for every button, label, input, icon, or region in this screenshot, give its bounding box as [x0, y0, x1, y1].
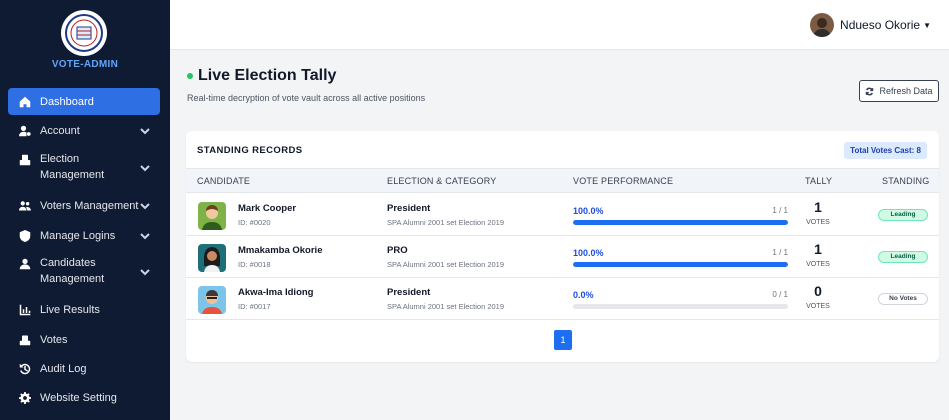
column-header-tally: TALLY [805, 176, 833, 186]
sidebar-item-label: Manage Logins [40, 229, 116, 242]
user-gear-icon [18, 124, 32, 138]
election-position: President [387, 203, 431, 214]
sidebar-item-label: Dashboard [40, 95, 94, 108]
seal-icon [65, 14, 103, 52]
vote-progress-bar [573, 220, 788, 225]
sidebar-item-live-results[interactable]: Live Results [8, 297, 160, 322]
vote-fraction: 0 / 1 [772, 290, 788, 299]
vote-percent: 0.0% [573, 290, 594, 300]
tally-label: VOTES [806, 261, 830, 268]
status-badge: No Votes [878, 293, 928, 305]
sidebar-item-dashboard[interactable]: Dashboard [8, 88, 160, 115]
organization-logo[interactable] [61, 10, 107, 56]
candidate-avatar [198, 202, 226, 230]
chevron-down-icon [140, 163, 150, 173]
card-title: STANDING RECORDS [197, 145, 303, 156]
refresh-icon [866, 87, 874, 95]
page-header: Live Election Tally Real-time decryption… [187, 67, 425, 103]
table-row: Mmakamba Okorie ID: #0018 PRO SPA Alumni… [186, 236, 939, 278]
gear-icon [18, 391, 32, 405]
table-row: Akwa-Ima Idiong ID: #0017 President SPA … [186, 278, 939, 320]
tally-label: VOTES [806, 219, 830, 226]
sidebar-item-account[interactable]: Account [8, 118, 160, 143]
user-icon [18, 257, 32, 271]
column-header-performance: VOTE PERFORMANCE [573, 176, 674, 186]
sidebar-item-label: Election Management [40, 153, 105, 181]
chevron-down-icon [140, 267, 150, 277]
vote-fraction: 1 / 1 [772, 206, 788, 215]
election-position: PRO [387, 245, 408, 256]
vote-fraction: 1 / 1 [772, 248, 788, 257]
election-name: SPA Alumni 2001 set Election 2019 [387, 260, 505, 269]
table-row: Mark Cooper ID: #0020 President SPA Alum… [186, 194, 939, 236]
chevron-down-icon [140, 231, 150, 241]
sidebar-item-label: Website Setting [40, 391, 117, 404]
sidebar-item-votes[interactable]: Votes [8, 327, 160, 352]
page-title: Live Election Tally [198, 67, 337, 84]
sidebar-item-label: Votes [40, 333, 68, 346]
table-header: CANDIDATE ELECTION & CATEGORY VOTE PERFO… [186, 168, 939, 193]
vote-percent: 100.0% [573, 248, 604, 258]
brand-name: VOTE-ADMIN [51, 59, 119, 70]
users-icon [18, 199, 32, 213]
refresh-label: Refresh Data [879, 86, 933, 96]
vote-progress-bar [573, 304, 788, 309]
sidebar-item-voters-management[interactable]: Voters Management [8, 193, 160, 218]
candidate-id: ID: #0020 [238, 218, 271, 227]
standing-records-card: STANDING RECORDS Total Votes Cast: 8 CAN… [186, 131, 939, 362]
sidebar-item-audit-log[interactable]: Audit Log [8, 356, 160, 381]
sidebar-item-manage-logins[interactable]: Manage Logins [8, 223, 160, 248]
votes-icon [18, 333, 32, 347]
election-name: SPA Alumni 2001 set Election 2019 [387, 302, 505, 311]
sidebar-item-label: Voters Management [40, 199, 139, 212]
pagination-page-button[interactable]: 1 [554, 330, 572, 350]
tally-count: 1 [814, 241, 822, 257]
user-menu[interactable]: Ndueso Okorie ▼ [810, 13, 931, 37]
chevron-down-icon [140, 126, 150, 136]
tally-label: VOTES [806, 303, 830, 310]
sidebar: VOTE-ADMIN Dashboard Account Election Ma… [0, 0, 170, 420]
vote-percent: 100.0% [573, 206, 604, 216]
sidebar-item-election-management[interactable]: Election Management [8, 151, 160, 185]
history-icon [18, 362, 32, 376]
chevron-down-icon [140, 201, 150, 211]
caret-down-icon: ▼ [923, 20, 931, 30]
candidate-name: Akwa-Ima Idiong [238, 287, 314, 298]
ballot-box-icon [18, 153, 32, 167]
page-subtitle: Real-time decryption of vote vault acros… [187, 93, 426, 103]
user-name: Ndueso Okorie [840, 18, 921, 32]
vote-progress-bar [573, 262, 788, 267]
election-position: President [387, 287, 431, 298]
candidate-avatar [198, 286, 226, 314]
chart-icon [18, 303, 32, 317]
status-badge: Leading [878, 251, 928, 263]
shield-icon [18, 229, 32, 243]
candidate-name: Mmakamba Okorie [238, 245, 323, 256]
refresh-button[interactable]: Refresh Data [859, 80, 939, 102]
avatar [810, 13, 835, 37]
candidate-name: Mark Cooper [238, 203, 297, 214]
candidate-id: ID: #0017 [238, 302, 271, 311]
tally-count: 0 [814, 283, 822, 299]
election-name: SPA Alumni 2001 set Election 2019 [387, 218, 505, 227]
progress-fill [573, 262, 788, 267]
status-badge: Leading [878, 209, 928, 221]
column-header-candidate: CANDIDATE [197, 176, 251, 186]
sidebar-item-label: Account [40, 124, 80, 137]
candidate-avatar [198, 244, 226, 272]
candidate-id: ID: #0018 [238, 260, 271, 269]
home-icon [18, 95, 32, 109]
sidebar-item-website-setting[interactable]: Website Setting [8, 385, 160, 410]
column-header-standing: STANDING [882, 176, 930, 186]
live-indicator-icon [187, 73, 193, 79]
sidebar-item-label: Audit Log [40, 362, 87, 375]
tally-count: 1 [814, 199, 822, 215]
sidebar-item-candidates-management[interactable]: Candidates Management [8, 255, 160, 289]
sidebar-item-label: Candidates Management [40, 257, 105, 285]
column-header-election: ELECTION & CATEGORY [387, 176, 497, 186]
total-votes-badge: Total Votes Cast: 8 [844, 142, 927, 159]
sidebar-item-label: Live Results [40, 303, 100, 316]
topbar: Ndueso Okorie ▼ [170, 0, 949, 50]
progress-fill [573, 220, 788, 225]
